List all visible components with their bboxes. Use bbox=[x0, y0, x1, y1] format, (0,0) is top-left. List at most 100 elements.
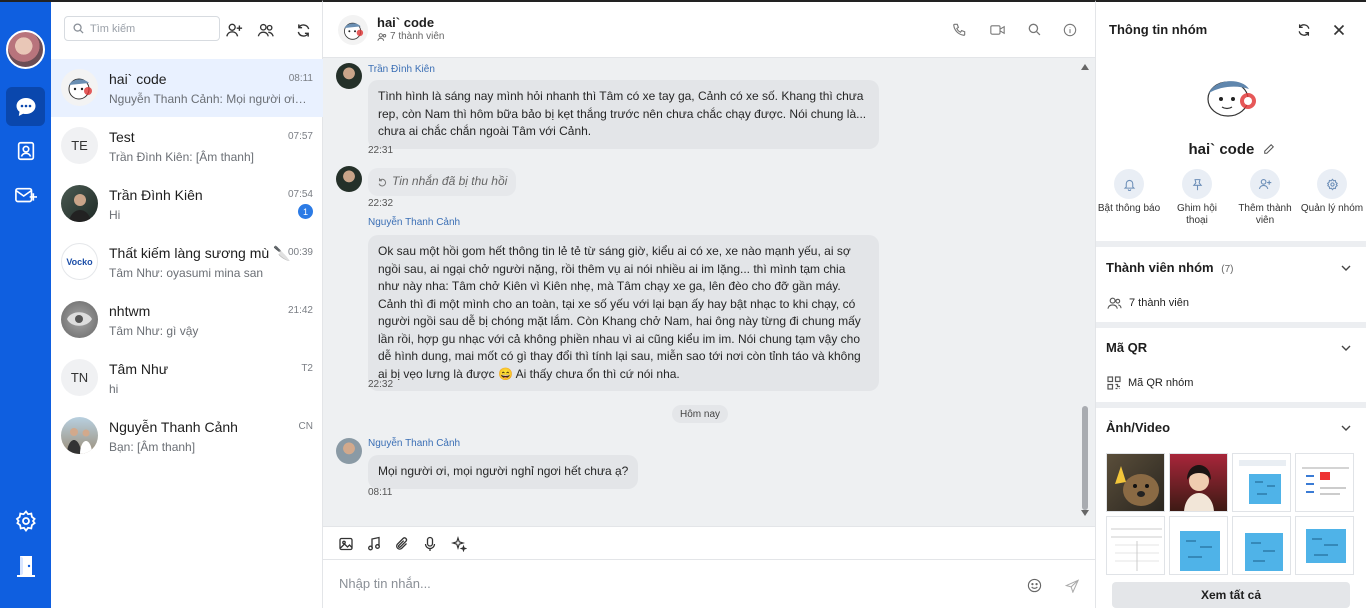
search-box[interactable]: Tìm kiếm bbox=[64, 16, 220, 41]
media-thumbnail[interactable] bbox=[1295, 453, 1354, 512]
chat-header: hai` code 7 thành viên bbox=[323, 2, 1095, 58]
date-separator: Hôm nay bbox=[672, 405, 728, 423]
view-all-button[interactable]: Xem tất cả bbox=[1112, 582, 1350, 608]
recalled-message[interactable]: Tin nhắn đã bị thu hồi bbox=[368, 168, 517, 196]
logout-button[interactable] bbox=[6, 546, 45, 585]
conversation-item[interactable]: Trần Đình Kiên Hi 07:54 1 bbox=[51, 175, 323, 233]
add-friend-button[interactable] bbox=[224, 20, 244, 40]
sender-avatar[interactable] bbox=[336, 438, 362, 464]
sender-avatar[interactable] bbox=[336, 166, 362, 192]
people-icon bbox=[1107, 297, 1122, 309]
media-thumbnail[interactable] bbox=[1106, 453, 1165, 512]
image-icon[interactable] bbox=[338, 536, 354, 552]
add-user-icon bbox=[1258, 179, 1272, 190]
media-thumbnail[interactable] bbox=[1232, 453, 1291, 512]
conversation-preview: hi bbox=[109, 382, 119, 396]
message-bubble[interactable]: Mọi người ơi, mọi người nghỉ ngơi hết ch… bbox=[368, 455, 639, 489]
contacts-icon bbox=[17, 141, 34, 160]
mute-toggle-button[interactable]: Bật thông báo bbox=[1097, 169, 1161, 215]
chat-nav-button[interactable] bbox=[6, 87, 45, 126]
media-thumbnail[interactable] bbox=[1106, 516, 1165, 575]
member-count[interactable]: 7 thành viên bbox=[377, 31, 445, 42]
action-label: Quản lý nhóm bbox=[1300, 203, 1364, 214]
send-icon[interactable] bbox=[1065, 579, 1079, 593]
members-row[interactable]: 7 thành viên bbox=[1107, 296, 1189, 310]
media-section-header[interactable]: Ảnh/Video bbox=[1106, 420, 1170, 435]
scrollbar-thumb[interactable] bbox=[1082, 406, 1088, 510]
sender-name: Nguyễn Thanh Cảnh bbox=[368, 438, 461, 449]
conversation-name: hai` code bbox=[109, 71, 167, 87]
media-thumbnail[interactable] bbox=[1169, 516, 1228, 575]
message-bubble[interactable]: Tình hình là sáng nay mình hỏi nhanh thì… bbox=[368, 80, 879, 149]
conversation-item[interactable]: TN Tâm Như hi T2 bbox=[51, 349, 323, 407]
manage-group-button[interactable]: Quản lý nhóm bbox=[1300, 169, 1364, 215]
settings-button[interactable] bbox=[6, 501, 45, 540]
conversation-name: Tâm Như bbox=[109, 361, 169, 377]
message-input[interactable]: Nhập tin nhắn... bbox=[339, 576, 431, 591]
close-icon[interactable] bbox=[1333, 24, 1345, 36]
phone-icon[interactable] bbox=[952, 23, 966, 37]
contacts-nav-button[interactable] bbox=[6, 131, 45, 170]
search-placeholder: Tìm kiếm bbox=[90, 22, 136, 35]
group-icon bbox=[257, 23, 274, 37]
chevron-down-icon[interactable] bbox=[1340, 342, 1352, 354]
music-icon[interactable] bbox=[366, 536, 382, 552]
sender-avatar[interactable] bbox=[336, 63, 362, 89]
search-icon[interactable] bbox=[1028, 23, 1041, 36]
message-bubble[interactable]: Ok sau một hồi gom hết thông tin lẻ tẻ t… bbox=[368, 235, 879, 391]
group-logo: Vocko bbox=[61, 243, 98, 280]
group-avatar[interactable] bbox=[338, 15, 368, 45]
pin-conversation-button[interactable]: Ghim hội thoại bbox=[1165, 169, 1229, 227]
sender-name: Nguyễn Thanh Cảnh bbox=[368, 217, 461, 228]
info-icon[interactable] bbox=[1063, 23, 1077, 37]
logout-icon bbox=[16, 555, 35, 577]
sparkle-icon[interactable] bbox=[451, 536, 467, 552]
qr-section-header[interactable]: Mã QR bbox=[1106, 340, 1147, 355]
recalled-text: Tin nhắn đã bị thu hồi bbox=[392, 174, 508, 188]
refresh-icon[interactable] bbox=[1297, 23, 1311, 37]
conversation-name: Thất kiếm làng sương mù 🔪 bbox=[109, 245, 291, 261]
conversation-item[interactable]: Vocko Thất kiếm làng sương mù 🔪 Tâm Như:… bbox=[51, 233, 323, 291]
media-thumbnail[interactable] bbox=[1169, 453, 1228, 512]
conversation-preview: Tâm Như: oyasumi mina san bbox=[109, 266, 264, 280]
media-thumbnail[interactable] bbox=[1232, 516, 1291, 575]
composer-toolbar bbox=[323, 526, 1095, 560]
members-section-header[interactable]: Thành viên nhóm (7) bbox=[1106, 260, 1233, 275]
initials-avatar: TE bbox=[61, 127, 98, 164]
edit-icon[interactable] bbox=[1263, 143, 1275, 155]
composer: Nhập tin nhắn... bbox=[323, 560, 1095, 608]
create-group-button[interactable] bbox=[256, 20, 276, 40]
section-divider bbox=[1096, 322, 1366, 328]
emoji-icon[interactable] bbox=[1027, 578, 1042, 593]
chevron-down-icon[interactable] bbox=[1340, 262, 1352, 274]
chevron-down-icon[interactable] bbox=[1340, 422, 1352, 434]
conversation-preview: Bạn: [Âm thanh] bbox=[109, 440, 196, 454]
group-avatar-large[interactable] bbox=[1200, 73, 1262, 123]
refresh-button[interactable] bbox=[293, 20, 313, 40]
microphone-icon[interactable] bbox=[422, 536, 438, 552]
scrollbar[interactable] bbox=[1081, 64, 1089, 516]
conversation-item[interactable]: TE Test Trần Đình Kiên: [Âm thanh] 07:57 bbox=[51, 117, 323, 175]
conversation-item[interactable]: Nguyễn Thanh Cảnh Bạn: [Âm thanh] CN bbox=[51, 407, 323, 465]
conversation-preview: Hi bbox=[109, 208, 121, 222]
action-label: Thêm thành viên bbox=[1238, 203, 1292, 226]
panel-title: Thông tin nhóm bbox=[1109, 22, 1208, 37]
action-label: Ghim hội thoại bbox=[1176, 203, 1217, 226]
conversation-item[interactable]: nhtwm Tâm Như: gì vậy 21:42 bbox=[51, 291, 323, 349]
attachment-icon[interactable] bbox=[394, 536, 410, 552]
user-avatar[interactable] bbox=[6, 30, 45, 69]
search-icon bbox=[73, 23, 84, 34]
message-time: 08:11 bbox=[368, 487, 393, 498]
qr-row[interactable]: Mã QR nhóm bbox=[1107, 376, 1193, 390]
mail-nav-button[interactable] bbox=[6, 176, 45, 215]
conversation-name: Test bbox=[109, 129, 135, 145]
media-thumbnail[interactable] bbox=[1295, 516, 1354, 575]
add-user-icon bbox=[226, 23, 243, 37]
add-member-button[interactable]: Thêm thành viên bbox=[1233, 169, 1297, 227]
conversation-preview: Tâm Như: gì vậy bbox=[109, 324, 199, 338]
video-call-icon[interactable] bbox=[990, 24, 1005, 36]
conversation-item[interactable]: hai` code Nguyễn Thanh Cảnh: Mọi người ơ… bbox=[51, 59, 323, 117]
conversation-name: Nguyễn Thanh Cảnh bbox=[109, 419, 238, 435]
message-time: 22:31 bbox=[368, 145, 394, 156]
conversation-time: 21:42 bbox=[287, 305, 313, 316]
